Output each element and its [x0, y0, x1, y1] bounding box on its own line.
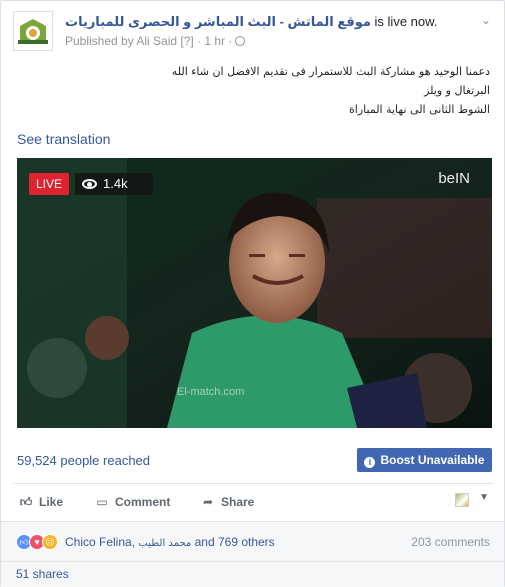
- share-button[interactable]: ➦ Share: [201, 487, 254, 517]
- info-icon: i: [364, 457, 376, 468]
- chevron-down-icon[interactable]: ▼: [479, 492, 489, 503]
- post-actions-bar: 👍︎ Like ▭ Comment ➦ Share ▼: [13, 487, 493, 517]
- post-header: موقع الماتش - البث المباشر و الحصرى للمب…: [13, 11, 493, 53]
- divider: [13, 483, 493, 484]
- globe-icon: [235, 36, 246, 46]
- viewer-count: 1.4k: [103, 176, 128, 191]
- live-video-player[interactable]: LIVE 1.4k beIN El-match.com: [17, 158, 492, 428]
- reactors-others[interactable]: and 769 others: [195, 535, 275, 549]
- see-translation-link[interactable]: See translation: [17, 131, 110, 147]
- published-by-text[interactable]: Published by Ali Said [?] · 1 hr ·: [65, 34, 232, 48]
- reactor-name[interactable]: محمد الطيب: [138, 538, 191, 549]
- comment-icon: ▭: [96, 495, 108, 509]
- shares-count[interactable]: 51 shares: [1, 561, 504, 587]
- post-headline: موقع الماتش - البث المباشر و الحصرى للمب…: [65, 14, 437, 30]
- live-video-post-card: موقع الماتش - البث المباشر و الحصرى للمب…: [0, 0, 505, 587]
- comments-count[interactable]: 203 comments: [411, 535, 490, 549]
- video-watermark: El-match.com: [177, 386, 245, 398]
- like-button[interactable]: 👍︎ Like: [19, 487, 63, 517]
- share-label: Share: [221, 495, 255, 509]
- reactors-list[interactable]: Chico Felina, محمد الطيب and 769 others: [65, 535, 275, 549]
- like-label: Like: [39, 495, 64, 509]
- live-status-text: is live now.: [374, 14, 438, 29]
- comment-label: Comment: [115, 495, 171, 509]
- reactor-name[interactable]: Chico Felina,: [65, 535, 135, 549]
- boost-label: Boost Unavailable: [380, 453, 485, 467]
- page-name-link[interactable]: موقع الماتش - البث المباشر و الحصرى للمب…: [65, 14, 371, 29]
- page-avatar[interactable]: [13, 11, 53, 51]
- comment-button[interactable]: ▭ Comment: [95, 487, 170, 517]
- viewer-count-badge: 1.4k: [75, 173, 153, 195]
- reactions-summary: 👍︎ ♥ ☹ Chico Felina, محمد الطيب and 769 …: [1, 521, 504, 561]
- post-as-avatar[interactable]: [455, 493, 469, 507]
- post-message: دعمنا الوحيد هو مشاركة البث للاستمرار فى…: [20, 62, 490, 119]
- boost-unavailable-button[interactable]: i Boost Unavailable: [357, 448, 492, 472]
- eye-icon: [82, 179, 97, 189]
- angry-reaction-icon[interactable]: ☹: [42, 534, 58, 550]
- people-reached[interactable]: 59,524 people reached: [17, 453, 150, 468]
- like-icon: 👍︎: [19, 495, 33, 509]
- post-message-line: البرتغال و ويلز: [424, 84, 490, 97]
- channel-logo: beIN: [438, 170, 470, 187]
- video-frame: [17, 158, 492, 428]
- post-message-line: الشوط الثانى الى نهاية المباراة: [349, 103, 490, 116]
- post-message-line: دعمنا الوحيد هو مشاركة البث للاستمرار فى…: [171, 65, 490, 78]
- chevron-down-icon[interactable]: ⌄: [481, 13, 491, 27]
- post-meta: Published by Ali Said [?] · 1 hr ·: [65, 34, 246, 48]
- share-icon: ➦: [202, 495, 214, 509]
- live-badge: LIVE: [29, 173, 69, 195]
